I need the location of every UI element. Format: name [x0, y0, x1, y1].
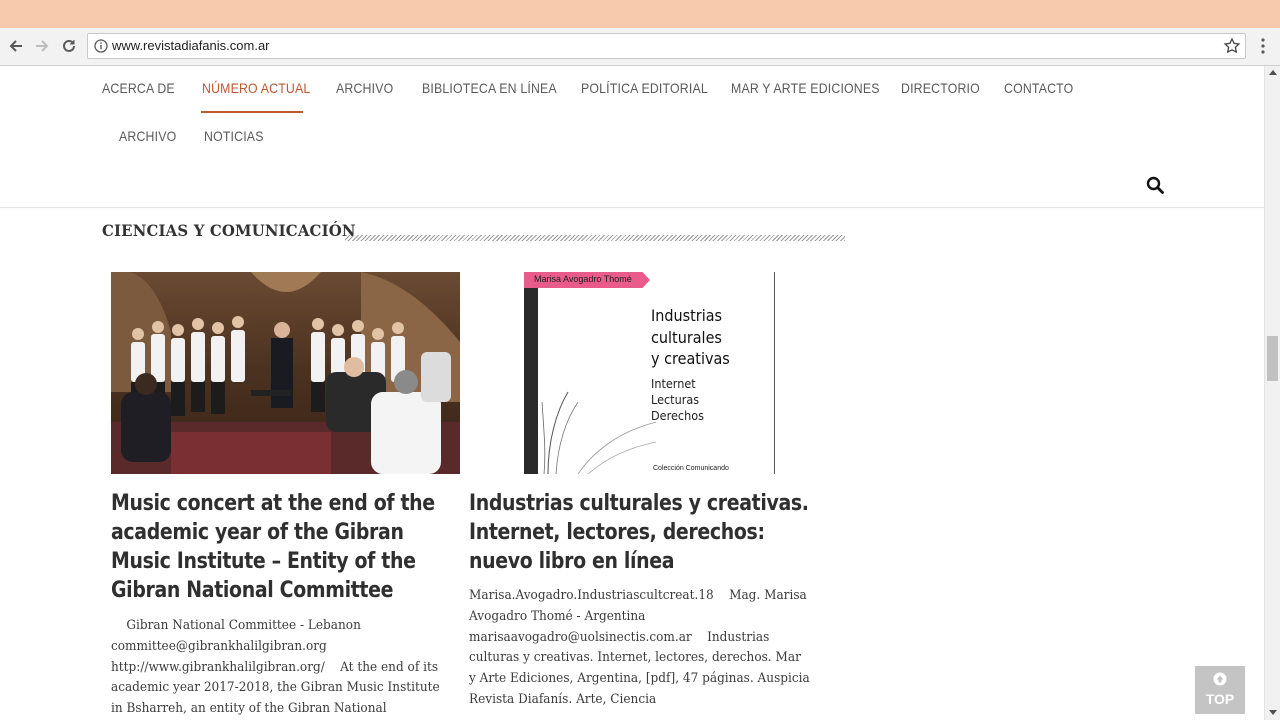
cover-subtitle-line: Internet: [651, 376, 696, 391]
arrow-right-icon: [36, 40, 49, 52]
menu-kebab-icon[interactable]: [1256, 36, 1270, 56]
forward-button[interactable]: [32, 36, 52, 56]
post-image-book-cover[interactable]: Marisa Avogadro Thomé Industrias cultura…: [524, 272, 775, 474]
nav-item-directorio[interactable]: DIRECTORIO: [901, 80, 980, 96]
scrollbar-thumb[interactable]: [1267, 336, 1278, 381]
back-button[interactable]: [6, 36, 26, 56]
nav-item-contacto[interactable]: CONTACTO: [1004, 80, 1073, 96]
nav-item-biblioteca-en-linea[interactable]: BIBLIOTECA EN LÍNEA: [422, 80, 557, 96]
post-image-concert[interactable]: [111, 272, 460, 474]
post-title[interactable]: Music concert at the end of the academic…: [111, 489, 455, 605]
nav-item-numero-actual[interactable]: NÚMERO ACTUAL: [202, 80, 310, 96]
cover-author-tag: Marisa Avogadro Thomé: [524, 272, 650, 288]
arrow-up-circle-icon: [1213, 672, 1227, 686]
post-excerpt: Marisa.Avogadro.Industriascultcreat.18 M…: [469, 588, 814, 707]
cover-subtitle-line: Lecturas: [651, 392, 700, 407]
bookmark-star-icon[interactable]: [1223, 37, 1241, 55]
concert-photo: [111, 272, 460, 474]
reload-button[interactable]: [59, 36, 79, 56]
cover-title-line: Industrias: [651, 306, 723, 325]
browser-tab-strip: [0, 0, 1280, 28]
nav-item-mar-y-arte-ediciones[interactable]: MAR Y ARTE EDICIONES: [731, 80, 880, 96]
nav-item-politica-editorial[interactable]: POLÍTICA EDITORIAL: [581, 80, 708, 96]
web-page: ACERCA DE NÚMERO ACTUAL ARCHIVO BIBLIOTE…: [0, 66, 1264, 720]
header-divider: [0, 207, 1264, 208]
nav-item-archivo-2[interactable]: ARCHIVO: [119, 128, 176, 144]
section-title: CIENCIAS Y COMUNICACIÓN: [102, 221, 356, 240]
vertical-scrollbar[interactable]: [1264, 66, 1280, 720]
post-excerpt: Gibran National Committee - Lebanon comm…: [111, 618, 440, 717]
scroll-up-arrow-icon[interactable]: [1269, 70, 1277, 75]
nav-item-noticias[interactable]: NOTICIAS: [204, 128, 264, 144]
back-to-top-button[interactable]: TOP: [1195, 666, 1245, 714]
cover-spine: [524, 272, 538, 474]
address-bar[interactable]: www.revistadiafanis.com.ar: [87, 33, 1246, 59]
cover-title-line: culturales: [651, 327, 722, 347]
cover-subtitle: Internet Lecturas Derechos: [651, 376, 704, 424]
browser-toolbar: www.revistadiafanis.com.ar: [0, 28, 1280, 66]
active-nav-underline: [201, 111, 303, 113]
scroll-down-arrow-icon[interactable]: [1269, 710, 1277, 715]
nav-item-archivo[interactable]: ARCHIVO: [336, 80, 393, 96]
arrow-left-icon: [9, 40, 22, 52]
section-title-hatch: [345, 235, 845, 241]
post-title[interactable]: Industrias culturales y creativas. Inter…: [469, 489, 820, 576]
back-to-top-label: TOP: [1205, 691, 1235, 707]
reload-icon: [63, 39, 75, 52]
cover-author-text: Marisa Avogadro Thomé: [534, 274, 632, 284]
search-icon[interactable]: [1146, 176, 1164, 194]
cover-title: Industrias culturales y creativas: [651, 305, 730, 370]
info-icon[interactable]: [94, 39, 108, 53]
cover-title-line: y creativas: [651, 349, 730, 368]
url-text[interactable]: www.revistadiafanis.com.ar: [112, 38, 270, 53]
cover-swoosh-art: [541, 391, 657, 474]
cover-collection: Colección Comunicando: [653, 465, 729, 472]
cover-subtitle-line: Derechos: [651, 408, 704, 423]
nav-item-acerca-de[interactable]: ACERCA DE: [102, 80, 175, 96]
